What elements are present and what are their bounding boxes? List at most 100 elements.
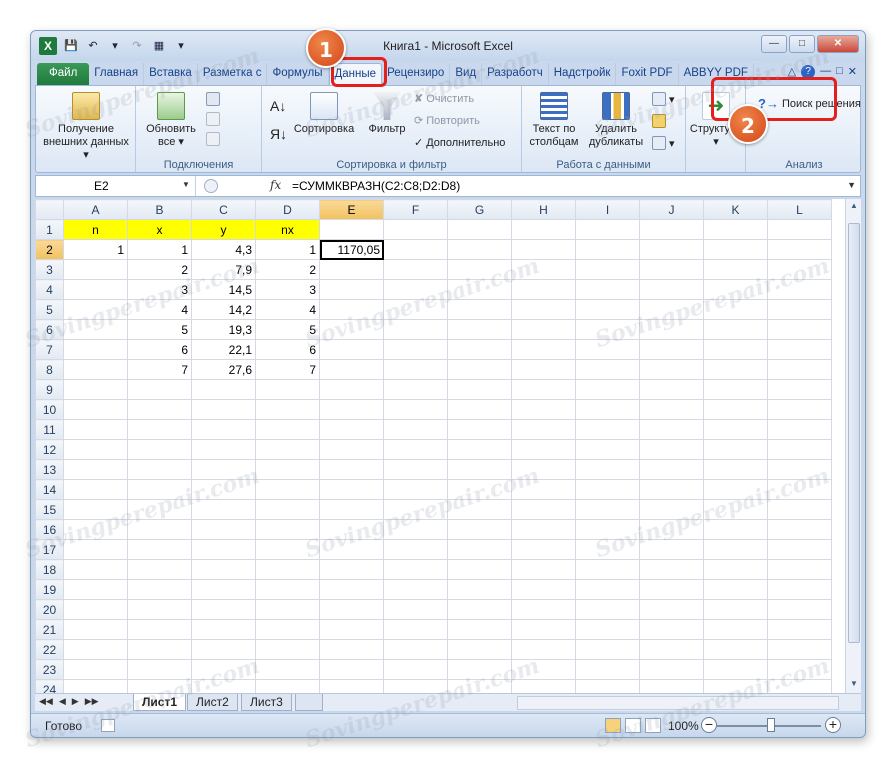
row-header[interactable]: 10 xyxy=(35,399,64,420)
cell-a1[interactable]: n xyxy=(63,219,128,240)
cell-i8[interactable] xyxy=(575,359,640,380)
cell-j24[interactable] xyxy=(639,679,704,693)
cell-j20[interactable] xyxy=(639,599,704,620)
cell-k15[interactable] xyxy=(703,499,768,520)
cell-b15[interactable] xyxy=(127,499,192,520)
cell-c17[interactable] xyxy=(191,539,256,560)
cell-c7[interactable]: 22,1 xyxy=(191,339,256,360)
cell-d3[interactable]: 2 xyxy=(255,259,320,280)
cell-d5[interactable]: 4 xyxy=(255,299,320,320)
cell-h11[interactable] xyxy=(511,419,576,440)
cell-e7[interactable] xyxy=(319,339,384,360)
cell-d1[interactable]: nx xyxy=(255,219,320,240)
cell-c1[interactable]: y xyxy=(191,219,256,240)
name-box-dropdown-icon[interactable]: ▼ xyxy=(182,180,190,189)
text-to-columns-button[interactable]: Текст по столбцам xyxy=(526,92,582,149)
cell-k5[interactable] xyxy=(703,299,768,320)
cell-j16[interactable] xyxy=(639,519,704,540)
select-all-corner[interactable] xyxy=(35,199,64,220)
cell-j3[interactable] xyxy=(639,259,704,280)
cell-e3[interactable] xyxy=(319,259,384,280)
scroll-down-icon[interactable]: ▼ xyxy=(848,679,860,691)
tab-2[interactable]: Вставка xyxy=(144,63,198,85)
zoom-out-icon[interactable]: − xyxy=(701,717,717,733)
cell-e13[interactable] xyxy=(319,459,384,480)
cell-f20[interactable] xyxy=(383,599,448,620)
cell-c4[interactable]: 14,5 xyxy=(191,279,256,300)
cell-k24[interactable] xyxy=(703,679,768,693)
cell-a20[interactable] xyxy=(63,599,128,620)
cell-i18[interactable] xyxy=(575,559,640,580)
cell-a8[interactable] xyxy=(63,359,128,380)
cell-d21[interactable] xyxy=(255,619,320,640)
cell-h9[interactable] xyxy=(511,379,576,400)
row-header[interactable]: 13 xyxy=(35,459,64,480)
row-header[interactable]: 1 xyxy=(35,219,64,240)
cell-f17[interactable] xyxy=(383,539,448,560)
cell-c6[interactable]: 19,3 xyxy=(191,319,256,340)
cell-e16[interactable] xyxy=(319,519,384,540)
cell-f10[interactable] xyxy=(383,399,448,420)
cell-l9[interactable] xyxy=(767,379,832,400)
cell-a7[interactable] xyxy=(63,339,128,360)
cell-j1[interactable] xyxy=(639,219,704,240)
cell-d16[interactable] xyxy=(255,519,320,540)
macro-record-icon[interactable] xyxy=(101,719,115,732)
cell-d18[interactable] xyxy=(255,559,320,580)
cell-l17[interactable] xyxy=(767,539,832,560)
vertical-scroll-thumb[interactable] xyxy=(848,223,860,643)
cell-d20[interactable] xyxy=(255,599,320,620)
cell-a10[interactable] xyxy=(63,399,128,420)
cell-d11[interactable] xyxy=(255,419,320,440)
cell-d23[interactable] xyxy=(255,659,320,680)
column-header-a[interactable]: A xyxy=(63,199,128,220)
cell-a22[interactable] xyxy=(63,639,128,660)
cell-l23[interactable] xyxy=(767,659,832,680)
row-header[interactable]: 15 xyxy=(35,499,64,520)
clear-filter-button[interactable]: ✘ Очистить xyxy=(414,92,474,106)
properties-button[interactable] xyxy=(206,112,220,126)
cell-k16[interactable] xyxy=(703,519,768,540)
cell-e24[interactable] xyxy=(319,679,384,693)
tab-7[interactable]: Вид xyxy=(450,63,483,85)
column-header-c[interactable]: C xyxy=(191,199,256,220)
cell-a16[interactable] xyxy=(63,519,128,540)
cell-a21[interactable] xyxy=(63,619,128,640)
cell-b7[interactable]: 6 xyxy=(127,339,192,360)
cell-k12[interactable] xyxy=(703,439,768,460)
cell-j8[interactable] xyxy=(639,359,704,380)
cell-b13[interactable] xyxy=(127,459,192,480)
cell-d4[interactable]: 3 xyxy=(255,279,320,300)
cell-d13[interactable] xyxy=(255,459,320,480)
cell-l16[interactable] xyxy=(767,519,832,540)
cell-k13[interactable] xyxy=(703,459,768,480)
row-header[interactable]: 23 xyxy=(35,659,64,680)
cell-f15[interactable] xyxy=(383,499,448,520)
row-header[interactable]: 5 xyxy=(35,299,64,320)
cell-g21[interactable] xyxy=(447,619,512,640)
cell-h16[interactable] xyxy=(511,519,576,540)
cell-b18[interactable] xyxy=(127,559,192,580)
cell-a4[interactable] xyxy=(63,279,128,300)
row-header[interactable]: 3 xyxy=(35,259,64,280)
page-layout-view-icon[interactable] xyxy=(625,718,641,733)
normal-view-icon[interactable] xyxy=(605,718,621,733)
doc-restore-icon[interactable]: □ xyxy=(836,65,843,79)
cell-b21[interactable] xyxy=(127,619,192,640)
cell-l22[interactable] xyxy=(767,639,832,660)
cell-e9[interactable] xyxy=(319,379,384,400)
cell-i7[interactable] xyxy=(575,339,640,360)
cell-a15[interactable] xyxy=(63,499,128,520)
row-header[interactable]: 12 xyxy=(35,439,64,460)
cell-d8[interactable]: 7 xyxy=(255,359,320,380)
cell-h1[interactable] xyxy=(511,219,576,240)
row-header[interactable]: 7 xyxy=(35,339,64,360)
formula-bar-expand-icon[interactable] xyxy=(204,179,218,193)
cell-e21[interactable] xyxy=(319,619,384,640)
cell-k3[interactable] xyxy=(703,259,768,280)
cell-k14[interactable] xyxy=(703,479,768,500)
cell-f12[interactable] xyxy=(383,439,448,460)
cell-b6[interactable]: 5 xyxy=(127,319,192,340)
column-header-g[interactable]: G xyxy=(447,199,512,220)
cell-f19[interactable] xyxy=(383,579,448,600)
